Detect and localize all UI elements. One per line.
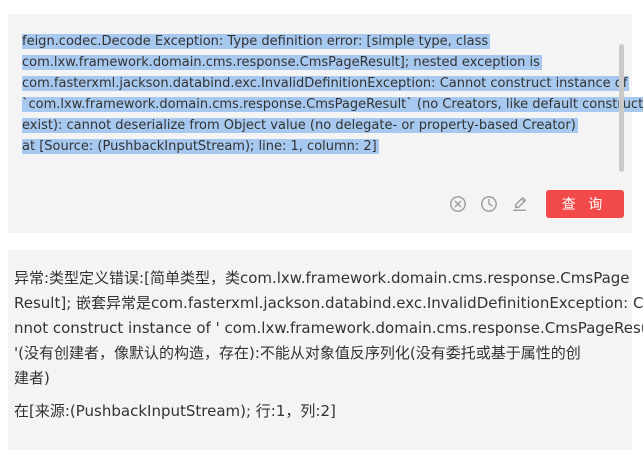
pen-icon[interactable]: [509, 193, 531, 215]
scrollbar-thumb[interactable]: [619, 44, 624, 172]
query-button[interactable]: 查 询: [546, 190, 624, 218]
result-line: nnot construct instance of ' com.lxw.fra…: [14, 319, 643, 337]
source-textarea[interactable]: feign.codec.Decode Exception: Type defin…: [22, 31, 643, 157]
source-text-panel[interactable]: feign.codec.Decode Exception: Type defin…: [8, 14, 643, 233]
result-line: '(没有创建者，像默认的构造，存在):不能从对象值反序列化(没有委托或基于属性的…: [14, 344, 581, 362]
source-line: feign.codec.Decode Exception: Type defin…: [22, 34, 491, 49]
input-toolbar: 查 询: [447, 190, 624, 218]
result-line: Result]; 嵌套异常是com.fasterxml.jackson.data…: [14, 294, 643, 312]
translation-result-text: 异常:类型定义错误:[简单类型，类com.lxw.framework.domai…: [14, 266, 643, 424]
clock-icon[interactable]: [478, 193, 500, 215]
source-line: exist): cannot deserialize from Object v…: [22, 118, 578, 133]
source-line: com.fasterxml.jackson.databind.exc.Inval…: [22, 76, 630, 91]
close-circle-icon[interactable]: [447, 193, 469, 215]
result-line: 建者): [14, 369, 50, 387]
result-line: 在[来源:(PushbackInputStream); 行:1，列:2]: [14, 402, 336, 420]
translation-result-panel: 异常:类型定义错误:[简单类型，类com.lxw.framework.domai…: [8, 250, 643, 450]
source-line: `com.lxw.framework.domain.cms.response.C…: [22, 94, 643, 115]
source-line: at [Source: (PushbackInputStream); line:…: [22, 139, 379, 154]
result-line: 异常:类型定义错误:[简单类型，类com.lxw.framework.domai…: [14, 269, 630, 287]
source-line: com.lxw.framework.domain.cms.response.Cm…: [22, 55, 542, 70]
